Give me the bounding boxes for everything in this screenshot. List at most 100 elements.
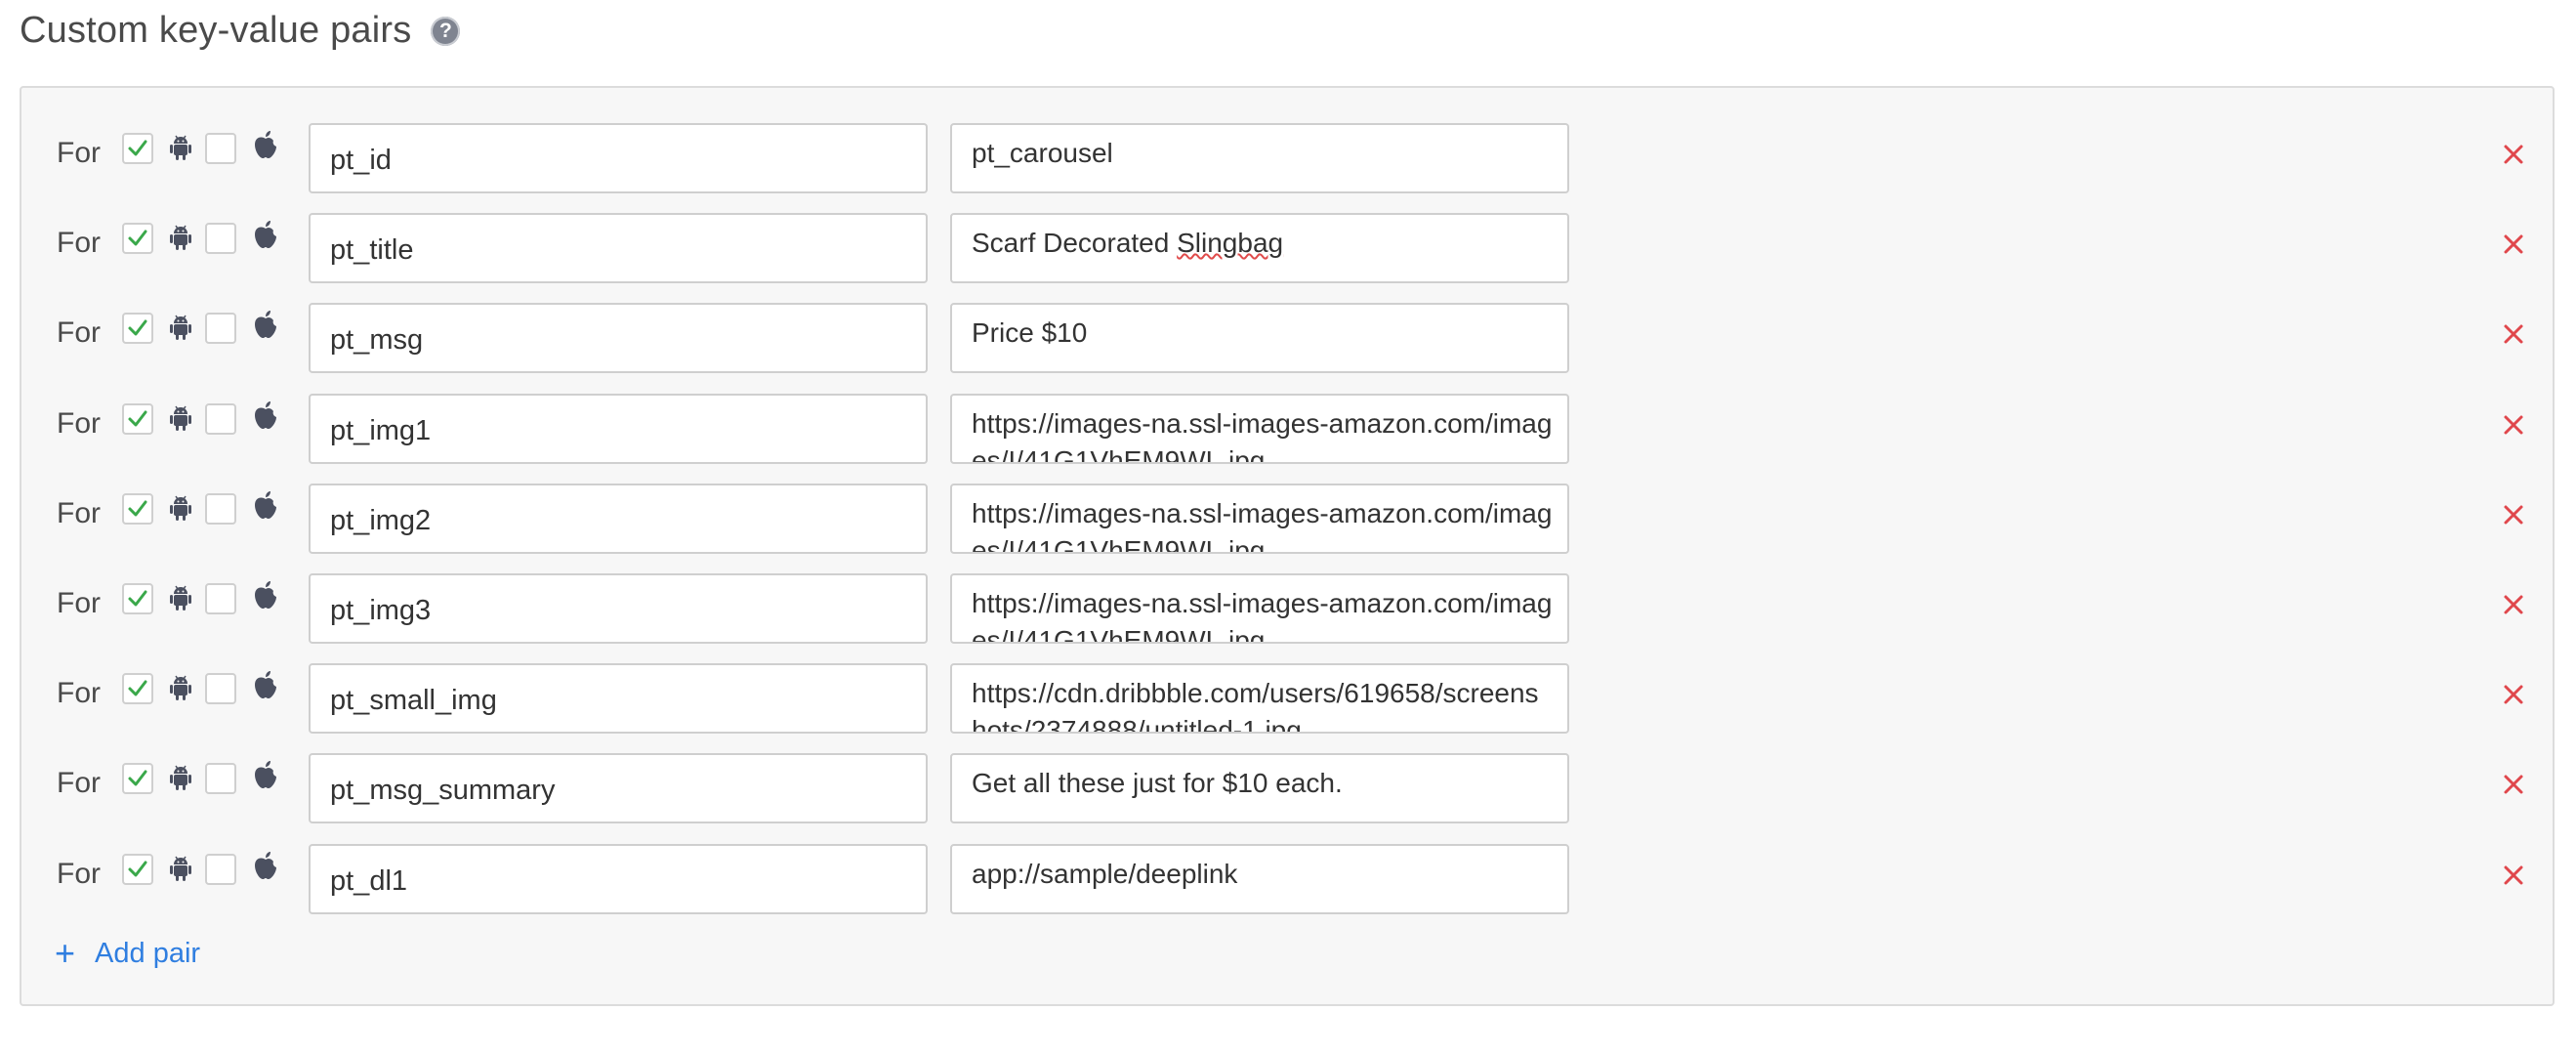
value-input-value: https://cdn.dribbble.com/users/619658/sc… xyxy=(972,678,1539,734)
check-icon xyxy=(128,680,147,696)
value-input[interactable]: pt_carousel xyxy=(950,123,1569,193)
remove-pair-button[interactable] xyxy=(2500,862,2527,889)
android-checkbox[interactable] xyxy=(122,673,153,704)
ios-checkbox[interactable] xyxy=(205,493,236,525)
key-value-panel: For pt_id pt_carousel For pt_title Scarf… xyxy=(20,86,2555,1006)
help-icon[interactable]: ? xyxy=(431,16,461,46)
android-icon xyxy=(170,584,191,616)
for-label: For xyxy=(57,137,101,169)
for-label: For xyxy=(57,587,101,619)
key-value-row: For xyxy=(21,663,2553,734)
value-input-value: https://images-na.ssl-images-amazon.com/… xyxy=(972,498,1553,554)
android-icon xyxy=(170,134,191,166)
remove-pair-button[interactable] xyxy=(2500,141,2527,168)
android-icon xyxy=(170,404,191,437)
android-checkbox[interactable] xyxy=(122,854,153,885)
key-input-value: pt_msg_summary xyxy=(330,775,556,806)
apple-icon xyxy=(253,310,278,344)
key-input-value: pt_small_img xyxy=(330,685,497,716)
remove-pair-button[interactable] xyxy=(2500,771,2527,798)
close-icon xyxy=(2504,145,2523,164)
ios-checkbox[interactable] xyxy=(205,313,236,344)
value-input[interactable]: https://images-na.ssl-images-amazon.com/… xyxy=(950,394,1569,464)
value-input[interactable]: https://cdn.dribbble.com/users/619658/sc… xyxy=(950,663,1569,734)
value-input[interactable]: Price $10 xyxy=(950,303,1569,373)
key-input[interactable]: pt_id xyxy=(309,123,928,193)
android-checkbox[interactable] xyxy=(122,403,153,435)
key-value-row: For xyxy=(21,844,2553,914)
misspelled-word: Slingbag xyxy=(1177,228,1284,258)
key-input[interactable]: pt_img3 xyxy=(309,573,928,644)
android-icon xyxy=(170,674,191,706)
check-icon xyxy=(128,861,147,877)
ios-checkbox[interactable] xyxy=(205,133,236,164)
value-input[interactable]: Scarf Decorated Slingbag xyxy=(950,213,1569,283)
value-input[interactable]: app://sample/deeplink xyxy=(950,844,1569,914)
android-checkbox[interactable] xyxy=(122,223,153,254)
key-value-row: For xyxy=(21,484,2553,554)
key-value-row: For xyxy=(21,303,2553,373)
close-icon xyxy=(2504,505,2523,525)
ios-checkbox[interactable] xyxy=(205,763,236,794)
value-input-value: pt_carousel xyxy=(972,138,1113,168)
ios-checkbox[interactable] xyxy=(205,223,236,254)
value-text: Scarf Decorated xyxy=(972,228,1178,258)
check-icon xyxy=(128,410,147,427)
remove-pair-button[interactable] xyxy=(2500,411,2527,439)
check-icon xyxy=(128,319,147,336)
key-input[interactable]: pt_msg xyxy=(309,303,928,373)
key-input-value: pt_msg xyxy=(330,324,424,356)
close-icon xyxy=(2504,324,2523,344)
key-value-row: For xyxy=(21,213,2553,283)
android-checkbox[interactable] xyxy=(122,313,153,344)
value-input-value: Get all these just for $10 each. xyxy=(972,768,1343,798)
android-icon xyxy=(170,314,191,346)
key-input[interactable]: pt_img1 xyxy=(309,394,928,464)
check-icon xyxy=(128,590,147,607)
value-input-value: https://images-na.ssl-images-amazon.com/… xyxy=(972,588,1553,644)
section-header: Custom key-value pairs ? xyxy=(20,10,461,52)
remove-pair-button[interactable] xyxy=(2500,320,2527,348)
value-input[interactable]: https://images-na.ssl-images-amazon.com/… xyxy=(950,484,1569,554)
plus-icon: + xyxy=(55,933,76,973)
key-value-row: For xyxy=(21,394,2553,464)
check-icon xyxy=(128,230,147,246)
key-input-value: pt_img2 xyxy=(330,505,432,536)
key-value-row: For xyxy=(21,123,2553,193)
close-icon xyxy=(2504,775,2523,794)
remove-pair-button[interactable] xyxy=(2500,591,2527,618)
apple-icon xyxy=(253,670,278,704)
apple-icon xyxy=(253,400,278,435)
ios-checkbox[interactable] xyxy=(205,854,236,885)
value-input[interactable]: Get all these just for $10 each. xyxy=(950,753,1569,823)
value-input-value: Scarf Decorated Slingbag xyxy=(972,225,1554,262)
ios-checkbox[interactable] xyxy=(205,403,236,435)
ios-checkbox[interactable] xyxy=(205,673,236,704)
android-checkbox[interactable] xyxy=(122,493,153,525)
for-label: For xyxy=(57,316,101,349)
key-input[interactable]: pt_dl1 xyxy=(309,844,928,914)
key-value-row: For xyxy=(21,753,2553,823)
android-icon xyxy=(170,764,191,796)
section-title: Custom key-value pairs xyxy=(20,10,412,51)
android-icon xyxy=(170,494,191,526)
check-icon xyxy=(128,500,147,517)
android-checkbox[interactable] xyxy=(122,133,153,164)
android-checkbox[interactable] xyxy=(122,583,153,614)
remove-pair-button[interactable] xyxy=(2500,231,2527,258)
add-pair-label: Add pair xyxy=(95,937,201,969)
close-icon xyxy=(2504,865,2523,885)
key-input[interactable]: pt_img2 xyxy=(309,484,928,554)
value-input[interactable]: https://images-na.ssl-images-amazon.com/… xyxy=(950,573,1569,644)
ios-checkbox[interactable] xyxy=(205,583,236,614)
add-pair-button[interactable]: + Add pair xyxy=(55,936,200,971)
remove-pair-button[interactable] xyxy=(2500,681,2527,708)
for-label: For xyxy=(57,407,101,440)
key-input[interactable]: pt_msg_summary xyxy=(309,753,928,823)
key-input[interactable]: pt_title xyxy=(309,213,928,283)
close-icon xyxy=(2504,234,2523,254)
remove-pair-button[interactable] xyxy=(2500,501,2527,528)
android-checkbox[interactable] xyxy=(122,763,153,794)
for-label: For xyxy=(57,227,101,259)
key-input[interactable]: pt_small_img xyxy=(309,663,928,734)
